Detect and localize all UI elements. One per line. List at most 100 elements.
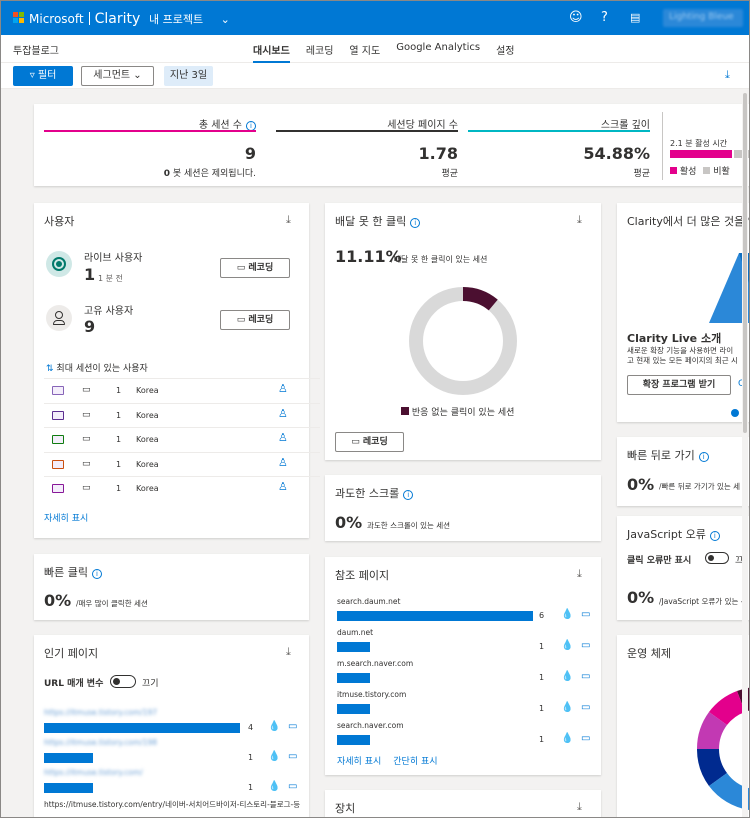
record-label: 레코딩 xyxy=(248,263,274,273)
user-profile-icon[interactable]: ♙ xyxy=(278,431,288,444)
video-icon[interactable]: ▭ xyxy=(581,671,590,682)
laptop-icon: ▭ xyxy=(82,385,91,395)
filter-button[interactable]: ▿ 필터 xyxy=(13,66,73,86)
carousel-dot[interactable] xyxy=(731,409,739,417)
heatmap-icon[interactable]: 💧 xyxy=(268,781,280,792)
project-selector[interactable]: 내 프로젝트 ⌄ xyxy=(149,11,230,27)
help-icon[interactable]: ? xyxy=(601,10,608,25)
tab-recordings[interactable]: 레코딩 xyxy=(306,35,334,63)
video-icon[interactable]: ▭ xyxy=(581,640,590,651)
video-icon[interactable]: ▭ xyxy=(288,721,297,732)
list-item[interactable]: daum.net 1 💧 ▭ xyxy=(337,628,593,658)
download-icon[interactable]: ⤓ xyxy=(577,567,582,581)
user-profile-icon[interactable]: ♙ xyxy=(278,480,288,493)
devices-card: 장치 ⤓ xyxy=(325,790,601,817)
main-nav: 대시보드 레코딩 열 지도 Google Analytics 설정 xyxy=(253,35,530,63)
tab-settings[interactable]: 설정 xyxy=(496,35,514,63)
legend-label: 반응 없는 클릭이 있는 세션 xyxy=(411,408,515,418)
list-item[interactable]: m.search.naver.com 1 💧 ▭ xyxy=(337,659,593,689)
tab-heatmaps[interactable]: 열 지도 xyxy=(349,35,380,63)
document-icon[interactable]: ▤ xyxy=(630,11,640,24)
card-title: 운영 체제 xyxy=(627,647,671,660)
tab-google-analytics[interactable]: Google Analytics xyxy=(396,35,480,63)
video-icon[interactable]: ▭ xyxy=(581,733,590,744)
live-users-record-button[interactable]: ▭ 레코딩 xyxy=(220,258,290,278)
page-url: https://itmuse.tistory.com/ xyxy=(44,768,143,777)
donut-remainder xyxy=(409,287,517,395)
users-show-more-link[interactable]: 자세히 표시 xyxy=(44,511,88,524)
referrers-show-more-link[interactable]: 자세히 표시 xyxy=(337,757,381,767)
heatmap-icon[interactable]: 💧 xyxy=(561,733,573,744)
info-icon[interactable]: i xyxy=(698,452,709,462)
referrer-bar xyxy=(337,642,370,652)
user-profile-icon[interactable]: ♙ xyxy=(278,456,288,469)
heatmap-icon[interactable]: 💧 xyxy=(561,640,573,651)
download-icon[interactable]: ⤓ xyxy=(286,645,291,659)
page-url: https://itmuse.tistory.com/197 xyxy=(44,708,158,717)
smiley-feedback-icon[interactable]: ☺ xyxy=(569,10,583,25)
video-icon[interactable]: ▭ xyxy=(581,609,590,620)
heatmap-icon[interactable]: 💧 xyxy=(561,609,573,620)
url-param-label: URL 매개 변수 xyxy=(44,679,104,689)
heatmap-icon[interactable]: 💧 xyxy=(268,721,280,732)
video-icon: ▭ xyxy=(236,315,246,325)
chevron-down-icon: ⌄ xyxy=(133,70,142,81)
filter-bar: ▿ 필터 세그먼트 ⌄ 지난 3일 ⤓ xyxy=(1,63,749,89)
scrollbar[interactable] xyxy=(742,91,748,817)
list-item[interactable]: search.naver.com 1 💧 ▭ xyxy=(337,721,593,751)
download-icon[interactable]: ⤓ xyxy=(286,213,291,227)
table-row[interactable]: ▭ 1 Korea ♙ xyxy=(44,427,320,451)
info-icon[interactable]: i xyxy=(91,569,102,579)
active-time-label: 2.1 분 활성 시간 xyxy=(670,139,728,148)
scrollbar-thumb[interactable] xyxy=(743,93,747,433)
dead-clicks-record-button[interactable]: ▭ 레코딩 xyxy=(335,432,404,452)
list-item[interactable]: itmuse.tistory.com 1 💧 ▭ xyxy=(337,690,593,720)
metric-scroll-sub: 평균 xyxy=(633,169,650,179)
referrers-show-less-link[interactable]: 간단히 표시 xyxy=(393,757,437,767)
referrer-count: 1 xyxy=(539,673,545,682)
download-icon[interactable]: ⤓ xyxy=(725,68,730,82)
user-profile-icon[interactable]: ♙ xyxy=(278,407,288,420)
info-icon[interactable]: i xyxy=(709,531,720,541)
table-row[interactable]: ▭ 1 Korea ♙ xyxy=(44,402,320,427)
table-row[interactable]: ▭ 1 Korea ♙ xyxy=(44,378,320,402)
table-row[interactable]: ▭ 1 Korea ♙ xyxy=(44,476,320,500)
segment-dropdown[interactable]: 세그먼트 ⌄ xyxy=(81,66,154,86)
page-url[interactable]: https://itmuse.tistory.com/entry/네이버-서치어… xyxy=(44,799,306,810)
user-profile-icon[interactable]: ♙ xyxy=(278,382,288,395)
video-icon: ▭ xyxy=(351,437,360,447)
info-icon[interactable]: i xyxy=(403,490,414,500)
card-title: 장치 xyxy=(335,802,356,815)
list-item[interactable]: search.daum.net 6 💧 ▭ xyxy=(337,597,593,627)
card-title: 참조 페이지 xyxy=(335,569,390,582)
video-icon[interactable]: ▭ xyxy=(581,702,590,713)
download-icon[interactable]: ⤓ xyxy=(577,213,582,227)
list-item[interactable]: https://itmuse.tistory.com/197 4 💧 ▭ xyxy=(44,708,306,736)
get-extension-button[interactable]: 확장 프로그램 받기 xyxy=(627,375,731,395)
user-account-button[interactable]: Lighting Bleue xyxy=(663,9,743,27)
heatmap-icon[interactable]: 💧 xyxy=(268,751,280,762)
date-range-chip[interactable]: 지난 3일 xyxy=(164,66,213,86)
card-title: 과도한 스크롤 xyxy=(335,487,400,500)
page-bar xyxy=(44,753,93,763)
info-icon[interactable]: i xyxy=(410,218,421,228)
list-item[interactable]: https://itmuse.tistory.com/198 1 💧 ▭ xyxy=(44,738,306,766)
video-icon[interactable]: ▭ xyxy=(288,781,297,792)
heatmap-icon[interactable]: 💧 xyxy=(561,702,573,713)
tab-dashboard[interactable]: 대시보드 xyxy=(253,35,290,63)
os-card: 운영 체제 xyxy=(617,635,749,817)
table-row[interactable]: ▭ 1 Korea ♙ xyxy=(44,451,320,476)
legend-swatch xyxy=(670,167,677,174)
video-icon[interactable]: ▭ xyxy=(288,751,297,762)
download-icon[interactable]: ⤓ xyxy=(577,800,582,814)
list-item[interactable]: https://itmuse.tistory.com/1 💧 ▭ xyxy=(44,768,306,796)
user-country: Korea xyxy=(136,484,159,493)
microsoft-logo-icon xyxy=(13,12,25,24)
click-errors-toggle[interactable] xyxy=(705,552,729,564)
heatmap-icon[interactable]: 💧 xyxy=(561,671,573,682)
unique-users-record-button[interactable]: ▭ 레코딩 xyxy=(220,310,290,330)
brand[interactable]: Microsoft Clarity xyxy=(29,11,140,27)
referrers-card: 참조 페이지 ⤓ search.daum.net 6 💧 ▭ daum.net 1 💧 ▭ m.… xyxy=(325,557,601,775)
js-errors-card: JavaScript 오류 i 클릭 오류만 표시 끄 0% /JavaScrip… xyxy=(617,516,749,620)
url-param-toggle[interactable] xyxy=(110,675,136,688)
